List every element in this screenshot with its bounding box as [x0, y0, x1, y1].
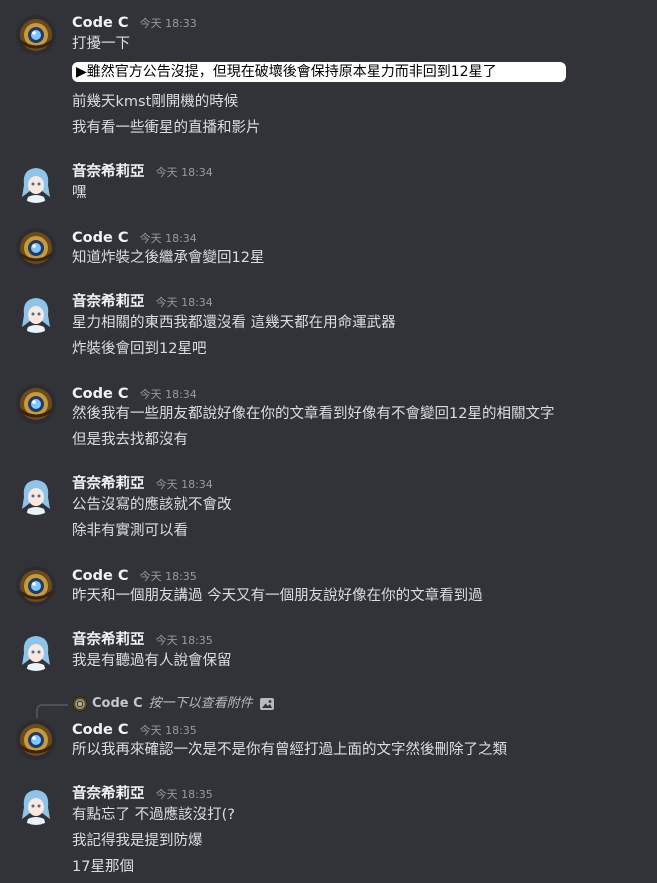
otori-avatar[interactable]	[16, 785, 56, 825]
message-text: 打擾一下	[72, 36, 130, 52]
timestamp: 今天 18:35	[139, 570, 197, 583]
message-header: Code C 今天 18:33	[72, 12, 197, 32]
username[interactable]: 音奈希莉亞	[72, 476, 145, 492]
message-text: 知道炸裝之後繼承會變回12星	[72, 250, 265, 266]
username[interactable]: 音奈希莉亞	[72, 164, 145, 180]
username[interactable]: Code C	[72, 230, 129, 246]
timestamp: 今天 18:34	[155, 478, 213, 491]
username[interactable]: Code C	[72, 568, 129, 584]
message-text: 嘿	[72, 185, 87, 201]
message-text: 除非有實測可以看	[72, 523, 188, 539]
timestamp: 今天 18:33	[139, 17, 197, 30]
codec-avatar[interactable]	[16, 720, 56, 760]
message-header: Code C 今天 18:34	[72, 383, 197, 403]
message-text: 17星那個	[72, 859, 134, 875]
message-header: Code C 今天 18:35	[72, 565, 197, 585]
timestamp: 今天 18:35	[155, 634, 213, 647]
quoted-announcement: ▶雖然官方公告沒提，但現在破壞後會保持原本星力而非回到12星了	[72, 62, 566, 82]
timestamp: 今天 18:34	[139, 232, 197, 245]
message-header: Code C 今天 18:34	[72, 227, 197, 247]
username[interactable]: Code C	[72, 386, 129, 402]
reply-text: 按一下以查看附件	[148, 696, 253, 711]
message-text: 但是我去找都沒有	[72, 432, 188, 448]
message-header: 音奈希莉亞 今天 18:35	[72, 783, 213, 803]
message-text: 昨天和一個朋友講過 今天又有一個朋友說好像在你的文章看到過	[72, 588, 483, 604]
message-header: 音奈希莉亞 今天 18:34	[72, 291, 213, 311]
message-text: 我有看一些衝星的直播和影片	[72, 120, 261, 136]
message-text: 炸裝後會回到12星吧	[72, 341, 207, 357]
codec-avatar[interactable]	[16, 566, 56, 606]
username[interactable]: 音奈希莉亞	[72, 786, 145, 802]
message-header: 音奈希莉亞 今天 18:35	[72, 629, 213, 649]
username[interactable]: 音奈希莉亞	[72, 632, 145, 648]
timestamp: 今天 18:35	[139, 724, 197, 737]
otori-avatar[interactable]	[16, 631, 56, 671]
otori-avatar[interactable]	[16, 293, 56, 333]
message-text: 我是有聽過有人說會保留	[72, 653, 232, 669]
timestamp: 今天 18:35	[155, 788, 213, 801]
message-text: 然後我有一些朋友都說好像在你的文章看到好像有不會變回12星的相關文字	[72, 406, 555, 422]
reply-username: Code C	[92, 696, 143, 711]
codec-avatar[interactable]	[16, 228, 56, 268]
message-text: 星力相關的東西我都還沒看 這幾天都在用命運武器	[72, 315, 396, 331]
reply-reference[interactable]: Code C 按一下以查看附件	[72, 694, 275, 714]
message-text: 有點忘了 不過應該沒打(?	[72, 807, 235, 823]
image-icon	[259, 696, 275, 712]
reply-spine	[36, 704, 68, 718]
timestamp: 今天 18:34	[155, 166, 213, 179]
timestamp: 今天 18:34	[139, 388, 197, 401]
message-text: 前幾天kmst剛開機的時候	[72, 94, 239, 110]
username[interactable]: Code C	[72, 15, 129, 31]
timestamp: 今天 18:34	[155, 296, 213, 309]
message-header: Code C 今天 18:35	[72, 719, 197, 739]
codec-avatar-small	[72, 695, 88, 712]
username[interactable]: 音奈希莉亞	[72, 294, 145, 310]
message-header: 音奈希莉亞 今天 18:34	[72, 473, 213, 493]
message-text: 公告沒寫的應該就不會改	[72, 497, 232, 513]
otori-avatar[interactable]	[16, 475, 56, 515]
message-header: 音奈希莉亞 今天 18:34	[72, 161, 213, 181]
message-text: 所以我再來確認一次是不是你有曾經打過上面的文字然後刪除了之類	[72, 742, 507, 758]
otori-avatar[interactable]	[16, 163, 56, 203]
codec-avatar[interactable]	[16, 384, 56, 424]
username[interactable]: Code C	[72, 722, 129, 738]
codec-avatar[interactable]	[16, 15, 56, 55]
message-text: 我記得我是提到防爆	[72, 833, 203, 849]
